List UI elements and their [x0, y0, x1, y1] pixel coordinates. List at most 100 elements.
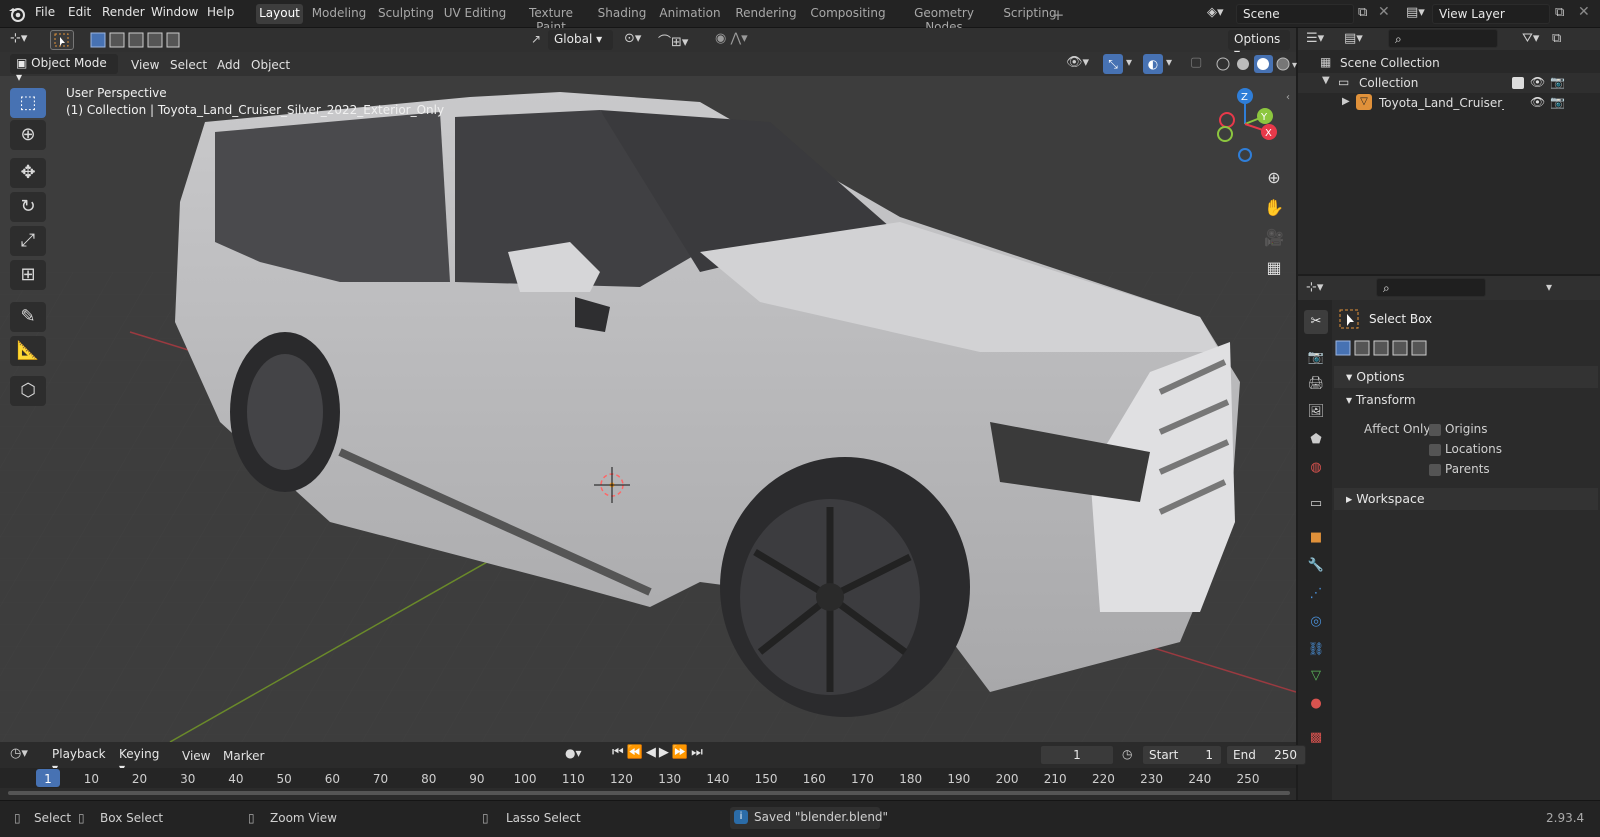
camera-view-icon[interactable]: 🎥	[1260, 224, 1288, 252]
view-layer-tab-icon[interactable]: 🖼	[1304, 400, 1328, 424]
object-tab-icon[interactable]: ■	[1304, 526, 1328, 550]
menu-render[interactable]: Render	[102, 5, 145, 19]
tab-layout[interactable]: Layout	[256, 4, 303, 24]
gizmo-dropdown-icon[interactable]: ▾	[1126, 55, 1132, 69]
world-tab-icon[interactable]: ◍	[1304, 456, 1328, 480]
options-dropdown[interactable]: Options ▾	[1228, 30, 1290, 60]
timeline-scrollbar[interactable]	[8, 791, 1290, 795]
timeline-view-menu[interactable]: View	[182, 749, 210, 763]
visibility-icon[interactable]: 👁▾	[1066, 55, 1089, 70]
menu-object[interactable]: Object	[251, 58, 290, 72]
workspace-panel-header[interactable]: ▸ Workspace	[1334, 488, 1598, 510]
properties-options-icon[interactable]: ▾	[1546, 280, 1552, 294]
playback-controls[interactable]: ⏮⏪◀▶⏩⏭	[612, 745, 706, 760]
editor-type-icon[interactable]: ⊹▾	[10, 31, 27, 46]
outliner-row-object[interactable]: ▶ ▽ Toyota_Land_Cruiser_Silv 👁 📷	[1298, 93, 1600, 113]
shading-mode-buttons[interactable]: ▾	[1214, 54, 1297, 74]
preview-range-icon[interactable]: ◷	[1122, 747, 1132, 761]
start-frame-field[interactable]: Start 1	[1142, 745, 1222, 765]
end-frame-field[interactable]: End 250	[1226, 745, 1306, 765]
tab-modeling[interactable]: Modeling	[309, 4, 369, 24]
tool-tab-icon[interactable]: ✂	[1304, 310, 1328, 334]
object-mode-dropdown[interactable]: ▣ Object Mode ▾	[10, 54, 118, 84]
active-tool-select-icon[interactable]	[50, 30, 74, 50]
move-tool-icon[interactable]: ✥	[10, 158, 46, 188]
next-keyframe-icon[interactable]: ⏩	[672, 745, 691, 760]
gizmo-toggle-icon[interactable]: ⤡	[1103, 54, 1123, 74]
constraints-tab-icon[interactable]: ⛓	[1304, 638, 1328, 662]
xray-icon[interactable]: ▢	[1190, 55, 1202, 70]
output-tab-icon[interactable]: 🖨	[1304, 372, 1328, 396]
object-hide-icon[interactable]: 👁	[1530, 95, 1545, 109]
object-render-icon[interactable]: 📷	[1550, 95, 1565, 109]
scene-tab-icon[interactable]: ⬟	[1304, 428, 1328, 452]
view-layer-field[interactable]: View Layer	[1432, 4, 1550, 24]
tab-rendering[interactable]: Rendering	[731, 4, 801, 24]
select-mode-buttons[interactable]	[1334, 338, 1430, 358]
prev-keyframe-icon[interactable]: ⏪	[627, 745, 646, 760]
menu-view[interactable]: View	[131, 58, 159, 72]
new-view-layer-icon[interactable]: ⧉	[1555, 5, 1564, 20]
menu-select[interactable]: Select	[170, 58, 207, 72]
data-tab-icon[interactable]: ▽	[1304, 664, 1328, 688]
transform-orientation-dropdown[interactable]: Global ▾	[548, 30, 613, 50]
tab-uv-editing[interactable]: UV Editing	[443, 4, 507, 24]
material-tab-icon[interactable]: ●	[1304, 692, 1328, 716]
scene-selector-icon[interactable]: ◈▾	[1207, 5, 1231, 23]
outliner-search-input[interactable]: ⌕	[1388, 29, 1498, 48]
selection-mode-buttons[interactable]	[90, 31, 180, 49]
navigation-gizmo[interactable]: Z Y X	[1205, 82, 1285, 162]
new-scene-icon[interactable]: ⧉	[1358, 5, 1367, 20]
proportional-edit-icon[interactable]: ◉ ⋀▾	[715, 31, 748, 46]
expand-collection-icon[interactable]: ▼	[1322, 75, 1330, 86]
delete-scene-icon[interactable]: ✕	[1378, 4, 1390, 20]
add-workspace-icon[interactable]: +	[1048, 4, 1068, 24]
scale-tool-icon[interactable]: ⤢	[10, 226, 46, 256]
properties-editor-icon[interactable]: ⊹▾	[1306, 280, 1323, 295]
menu-file[interactable]: File	[35, 5, 55, 19]
playback-menu[interactable]: Playback ▾	[46, 745, 112, 775]
options-panel-header[interactable]: ▾ Options	[1334, 366, 1598, 388]
pivot-point-icon[interactable]: ⊙▾	[624, 31, 641, 46]
timeline-editor-icon[interactable]: ◷▾	[10, 746, 28, 761]
new-collection-icon[interactable]: ⧉	[1552, 31, 1561, 46]
current-frame-field[interactable]: 1	[1040, 745, 1114, 765]
overlays-dropdown-icon[interactable]: ▾	[1166, 55, 1172, 69]
tab-shading[interactable]: Shading	[595, 4, 649, 24]
menu-window[interactable]: Window	[151, 5, 198, 19]
blender-logo-icon[interactable]	[8, 5, 26, 23]
transform-subpanel-header[interactable]: ▾ Transform	[1346, 393, 1416, 407]
sidebar-toggle-icon[interactable]: ‹	[1286, 92, 1290, 103]
texture-tab-icon[interactable]: ▩	[1304, 726, 1328, 750]
expand-object-icon[interactable]: ▶	[1342, 96, 1350, 107]
3d-viewport[interactable]: User Perspective (1) Collection | Toyota…	[0, 52, 1296, 742]
annotate-tool-icon[interactable]: ✎	[10, 302, 46, 332]
tab-animation[interactable]: Animation	[655, 4, 725, 24]
outliner-row-scene-collection[interactable]: ▦ Scene Collection	[1298, 53, 1600, 73]
keying-menu[interactable]: Keying ▾	[113, 745, 171, 775]
jump-start-icon[interactable]: ⏮	[612, 745, 627, 760]
menu-edit[interactable]: Edit	[68, 5, 91, 19]
properties-search-input[interactable]: ⌕	[1376, 278, 1486, 297]
overlays-toggle-icon[interactable]: ◐	[1143, 54, 1163, 74]
view-layer-selector-icon[interactable]: ▤▾	[1406, 5, 1425, 20]
rotate-tool-icon[interactable]: ↻	[10, 192, 46, 222]
disable-in-render-icon[interactable]: 📷	[1550, 75, 1565, 89]
add-cube-tool-icon[interactable]: ⬡	[10, 376, 46, 406]
outliner-row-collection[interactable]: ▼ ▭ Collection 👁 📷	[1298, 73, 1600, 93]
play-reverse-icon[interactable]: ◀	[646, 745, 659, 760]
outliner-editor-icon[interactable]: ☰▾	[1306, 31, 1324, 46]
modifiers-tab-icon[interactable]: 🔧	[1304, 554, 1328, 578]
delete-view-layer-icon[interactable]: ✕	[1578, 4, 1590, 20]
play-icon[interactable]: ▶	[659, 745, 672, 760]
display-mode-icon[interactable]: ▤▾	[1344, 31, 1363, 46]
scene-name-field[interactable]: Scene	[1236, 4, 1354, 24]
snap-icon[interactable]: ⌒⊞▾	[658, 31, 688, 50]
zoom-view-icon[interactable]: ⊕	[1260, 164, 1288, 192]
jump-end-icon[interactable]: ⏭	[691, 745, 706, 760]
timeline-marker-menu[interactable]: Marker	[223, 749, 264, 763]
hide-in-viewport-icon[interactable]: 👁	[1530, 75, 1545, 89]
particles-tab-icon[interactable]: ⋰	[1304, 582, 1328, 606]
collection-exclude-checkbox[interactable]	[1512, 77, 1524, 89]
physics-tab-icon[interactable]: ◎	[1304, 610, 1328, 634]
